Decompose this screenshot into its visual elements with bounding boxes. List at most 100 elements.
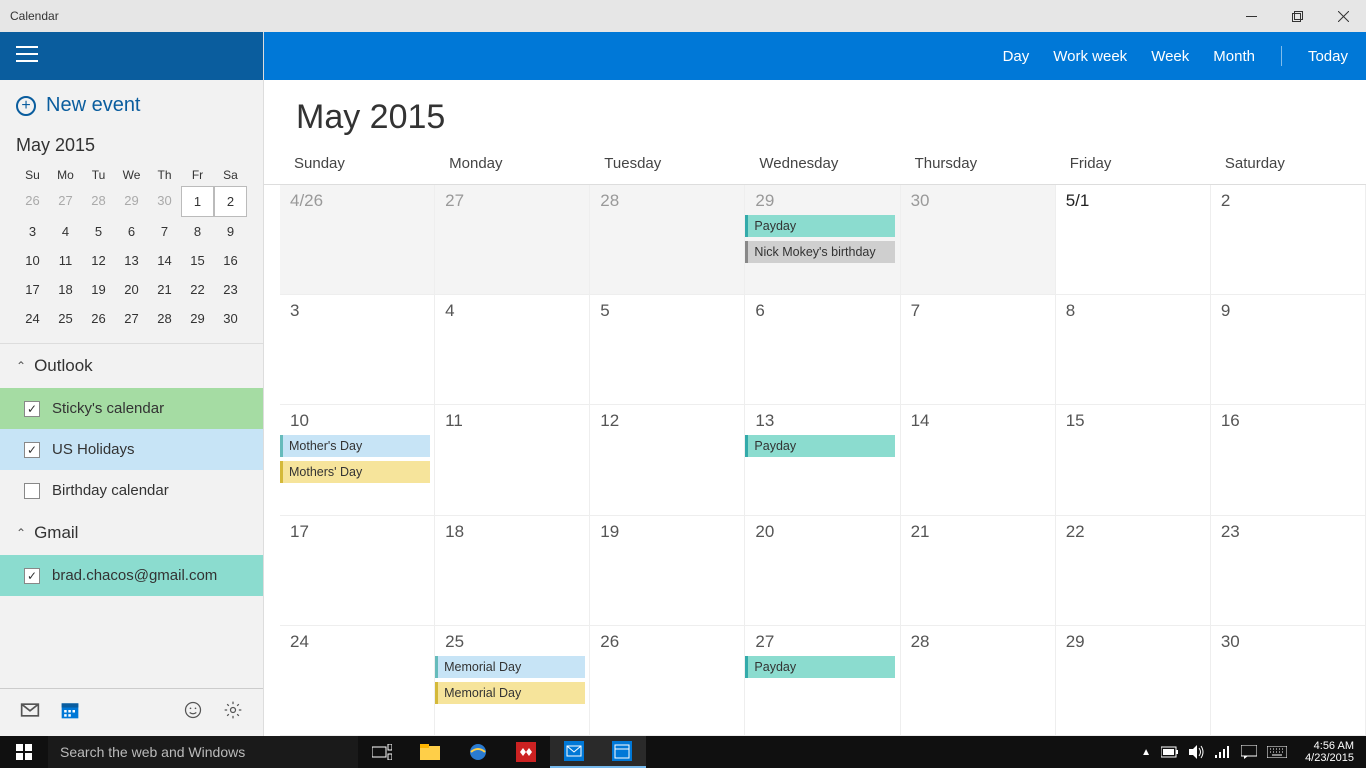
app-icon-red[interactable] (502, 736, 550, 768)
day-cell[interactable]: 8 (1056, 295, 1211, 405)
ie-icon[interactable] (454, 736, 502, 768)
new-event-button[interactable]: + New event (0, 80, 263, 131)
mini-day-cell[interactable]: 8 (181, 217, 214, 246)
day-cell[interactable]: 12 (590, 405, 745, 515)
mini-day-cell[interactable]: 2 (214, 186, 247, 217)
view-week[interactable]: Week (1151, 48, 1189, 65)
mini-month-title[interactable]: May 2015 (16, 135, 247, 156)
event-chip[interactable]: Payday (745, 656, 895, 678)
settings-icon[interactable] (223, 700, 243, 725)
day-cell[interactable]: 25Memorial DayMemorial Day (435, 626, 590, 736)
day-cell[interactable]: 18 (435, 516, 590, 626)
calendar-item[interactable]: ✓Sticky's calendar (0, 388, 263, 429)
mini-day-cell[interactable]: 12 (82, 246, 115, 275)
mail-app-icon[interactable] (550, 736, 598, 768)
checkbox[interactable]: ✓ (24, 401, 40, 417)
calendar-item[interactable]: ✓US Holidays (0, 429, 263, 470)
day-cell[interactable]: 16 (1211, 405, 1366, 515)
close-button[interactable] (1320, 0, 1366, 32)
view-workweek[interactable]: Work week (1053, 48, 1127, 65)
mini-day-cell[interactable]: 21 (148, 275, 181, 304)
day-cell[interactable]: 7 (901, 295, 1056, 405)
start-button[interactable] (0, 736, 48, 768)
event-chip[interactable]: Payday (745, 435, 895, 457)
day-cell[interactable]: 22 (1056, 516, 1211, 626)
view-month[interactable]: Month (1213, 48, 1255, 65)
mini-day-cell[interactable]: 5 (82, 217, 115, 246)
mini-day-cell[interactable]: 20 (115, 275, 148, 304)
calendar-app-icon[interactable] (598, 736, 646, 768)
day-cell[interactable]: 14 (901, 405, 1056, 515)
event-chip[interactable]: Memorial Day (435, 682, 585, 704)
minimize-button[interactable] (1228, 0, 1274, 32)
event-chip[interactable]: Nick Mokey's birthday (745, 241, 895, 263)
day-cell[interactable]: 21 (901, 516, 1056, 626)
mini-day-cell[interactable]: 24 (16, 304, 49, 333)
mini-day-cell[interactable]: 30 (214, 304, 247, 333)
day-cell[interactable]: 28 (901, 626, 1056, 736)
day-cell[interactable]: 4 (435, 295, 590, 405)
day-cell[interactable]: 19 (590, 516, 745, 626)
day-cell[interactable]: 24 (280, 626, 435, 736)
feedback-icon[interactable] (183, 700, 203, 725)
day-cell[interactable]: 17 (280, 516, 435, 626)
maximize-button[interactable] (1274, 0, 1320, 32)
calendar-icon[interactable] (60, 700, 80, 725)
event-chip[interactable]: Mother's Day (280, 435, 430, 457)
view-today[interactable]: Today (1308, 48, 1348, 65)
mini-day-cell[interactable]: 11 (49, 246, 82, 275)
volume-icon[interactable] (1189, 745, 1205, 759)
day-cell[interactable]: 27Payday (745, 626, 900, 736)
mini-day-cell[interactable]: 30 (148, 186, 181, 217)
mini-day-cell[interactable]: 16 (214, 246, 247, 275)
mini-day-cell[interactable]: 9 (214, 217, 247, 246)
day-cell[interactable]: 30 (1211, 626, 1366, 736)
taskview-icon[interactable] (358, 736, 406, 768)
day-cell[interactable]: 13Payday (745, 405, 900, 515)
day-cell[interactable]: 5/1 (1056, 185, 1211, 295)
mini-day-cell[interactable]: 15 (181, 246, 214, 275)
mini-day-cell[interactable]: 22 (181, 275, 214, 304)
mini-day-cell[interactable]: 28 (148, 304, 181, 333)
calendar-item[interactable]: ✓brad.chacos@gmail.com (0, 555, 263, 596)
day-cell[interactable]: 15 (1056, 405, 1211, 515)
tray-chevron-icon[interactable]: ▲ (1141, 747, 1151, 758)
explorer-icon[interactable] (406, 736, 454, 768)
day-cell[interactable]: 30 (901, 185, 1056, 295)
mini-day-cell[interactable]: 27 (115, 304, 148, 333)
mini-day-cell[interactable]: 13 (115, 246, 148, 275)
day-cell[interactable]: 9 (1211, 295, 1366, 405)
mail-icon[interactable] (20, 700, 40, 725)
mini-day-cell[interactable]: 17 (16, 275, 49, 304)
battery-icon[interactable] (1161, 746, 1179, 758)
account-header[interactable]: ⌃Outlook (0, 344, 263, 388)
keyboard-icon[interactable] (1267, 746, 1287, 758)
event-chip[interactable]: Memorial Day (435, 656, 585, 678)
view-day[interactable]: Day (1003, 48, 1030, 65)
mini-day-cell[interactable]: 27 (49, 186, 82, 217)
calendar-item[interactable]: Birthday calendar (0, 470, 263, 511)
action-center-icon[interactable] (1241, 745, 1257, 759)
mini-day-cell[interactable]: 29 (115, 186, 148, 217)
day-cell[interactable]: 29PaydayNick Mokey's birthday (745, 185, 900, 295)
day-cell[interactable]: 29 (1056, 626, 1211, 736)
day-cell[interactable]: 20 (745, 516, 900, 626)
mini-day-cell[interactable]: 26 (16, 186, 49, 217)
tray-clock[interactable]: 4:56 AM 4/23/2015 (1297, 740, 1362, 764)
day-cell[interactable]: 28 (590, 185, 745, 295)
checkbox[interactable]: ✓ (24, 568, 40, 584)
mini-day-cell[interactable]: 6 (115, 217, 148, 246)
day-cell[interactable]: 5 (590, 295, 745, 405)
account-header[interactable]: ⌃Gmail (0, 511, 263, 555)
mini-day-cell[interactable]: 3 (16, 217, 49, 246)
day-cell[interactable]: 27 (435, 185, 590, 295)
day-cell[interactable]: 2 (1211, 185, 1366, 295)
mini-day-cell[interactable]: 14 (148, 246, 181, 275)
mini-day-cell[interactable]: 1 (181, 186, 214, 217)
checkbox[interactable] (24, 483, 40, 499)
day-cell[interactable]: 10Mother's DayMothers' Day (280, 405, 435, 515)
mini-day-cell[interactable]: 26 (82, 304, 115, 333)
mini-day-cell[interactable]: 29 (181, 304, 214, 333)
mini-day-cell[interactable]: 10 (16, 246, 49, 275)
day-cell[interactable]: 11 (435, 405, 590, 515)
